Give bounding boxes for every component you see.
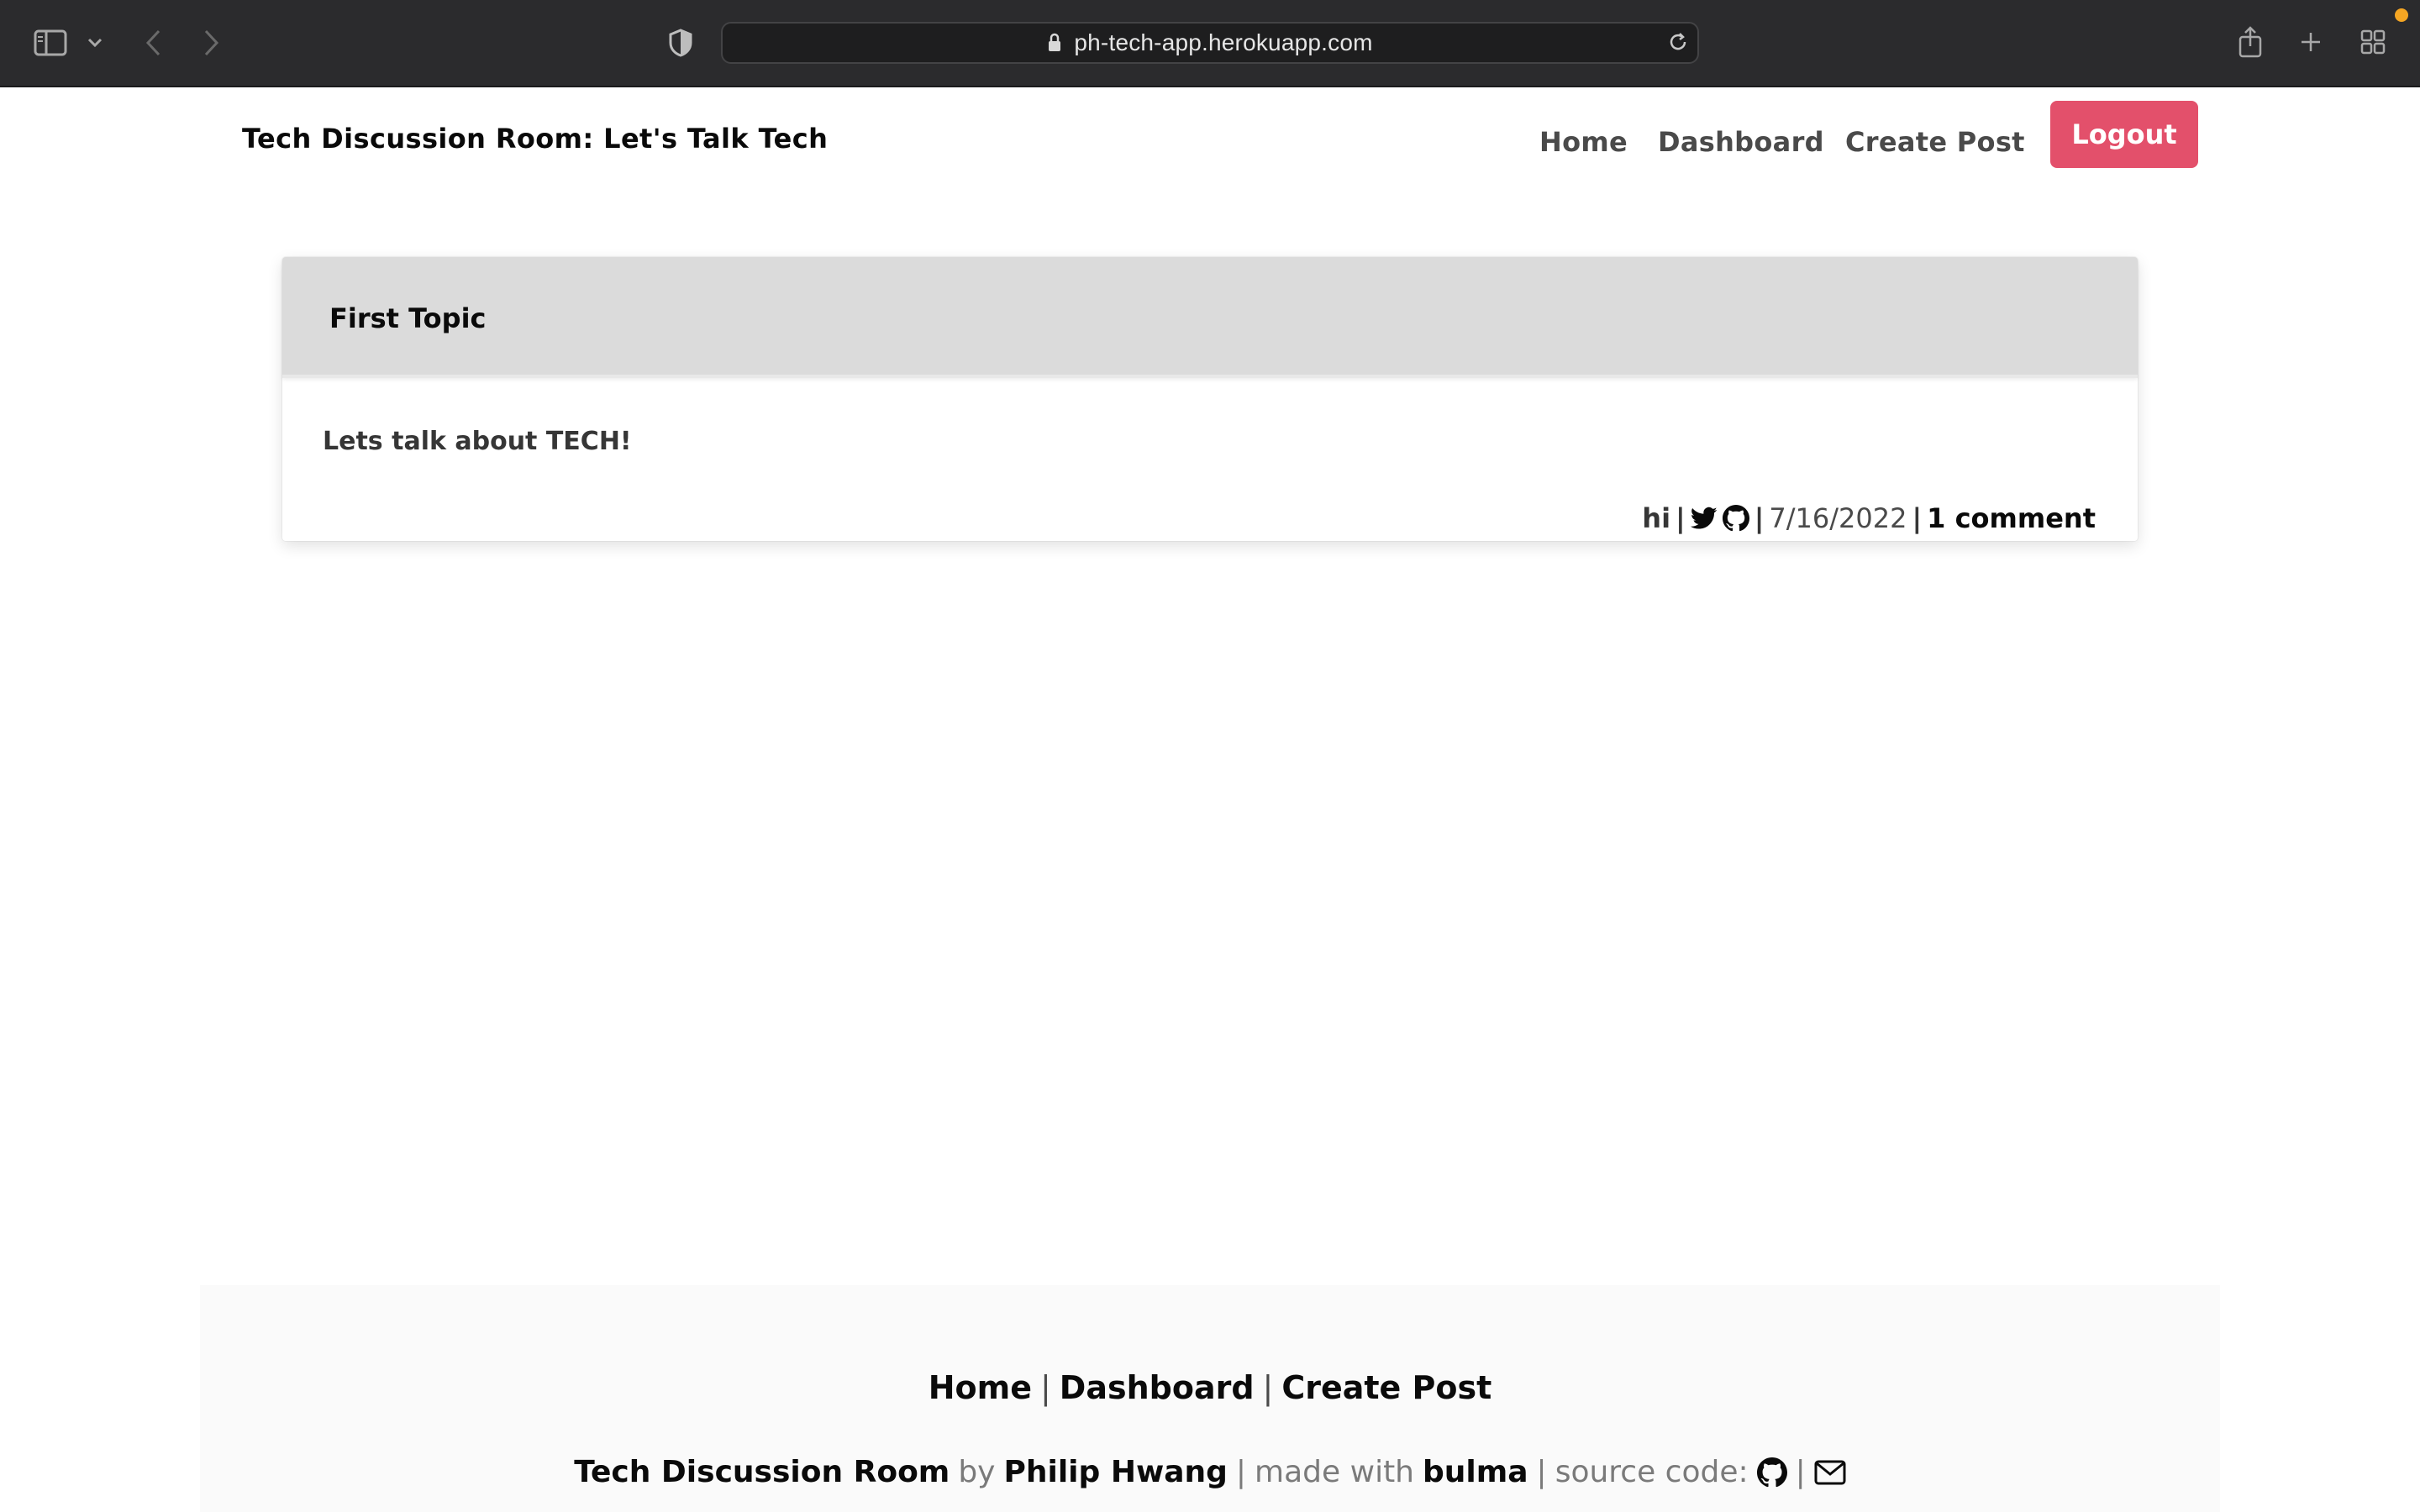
footer-made-with-text: made with xyxy=(1255,1455,1414,1489)
nav-dashboard-link[interactable]: Dashboard xyxy=(1658,126,1824,158)
github-icon[interactable] xyxy=(1756,1457,1787,1488)
shield-icon[interactable] xyxy=(666,27,696,59)
tab-overview-icon[interactable] xyxy=(2358,27,2388,57)
chevron-down-icon[interactable] xyxy=(86,34,104,52)
footer-dashboard-link[interactable]: Dashboard xyxy=(1060,1369,1255,1406)
footer-site-name: Tech Discussion Room xyxy=(574,1455,950,1489)
twitter-icon[interactable] xyxy=(1690,507,1718,530)
github-icon[interactable] xyxy=(1722,505,1749,532)
post-author: hi xyxy=(1642,502,1671,534)
site-navbar: Tech Discussion Room: Let's Talk Tech Ho… xyxy=(0,89,2420,190)
notification-dot xyxy=(2395,8,2408,22)
meta-separator: | xyxy=(1912,502,1923,534)
post-body: Lets talk about TECH! xyxy=(323,427,632,456)
nav-home-link[interactable]: Home xyxy=(1539,126,1628,158)
post-meta: hi | | 7/16/2022 | 1 comment xyxy=(1642,502,2096,534)
sidebar-icon[interactable] xyxy=(34,29,67,57)
footer-separator: | xyxy=(1235,1455,1247,1489)
post-date: 7/16/2022 xyxy=(1769,502,1907,534)
footer-by-text: by xyxy=(958,1455,996,1489)
post-comments-link[interactable]: 1 comment xyxy=(1927,502,2096,534)
meta-separator: | xyxy=(1754,502,1765,534)
site-brand[interactable]: Tech Discussion Room: Let's Talk Tech xyxy=(242,123,828,155)
address-bar[interactable]: ph-tech-app.herokuapp.com xyxy=(721,22,1699,64)
nav-create-post-link[interactable]: Create Post xyxy=(1845,126,2025,158)
footer-separator: | xyxy=(1536,1455,1547,1489)
meta-separator: | xyxy=(1676,502,1686,534)
share-icon[interactable] xyxy=(2235,24,2265,60)
envelope-icon[interactable] xyxy=(1814,1460,1846,1485)
browser-toolbar: ph-tech-app.herokuapp.com xyxy=(0,0,2420,87)
post-card[interactable]: First Topic Lets talk about TECH! hi | |… xyxy=(282,257,2138,541)
url-text: ph-tech-app.herokuapp.com xyxy=(1074,29,1373,55)
logout-button[interactable]: Logout xyxy=(2050,101,2198,168)
footer-separator: | xyxy=(1039,1369,1051,1406)
back-icon[interactable] xyxy=(141,27,165,59)
footer-bulma-link[interactable]: bulma xyxy=(1423,1455,1528,1489)
site-footer: Home | Dashboard | Create Post Tech Disc… xyxy=(200,1285,2220,1512)
footer-separator: | xyxy=(1262,1369,1274,1406)
reload-icon[interactable] xyxy=(1665,29,1691,55)
footer-separator: | xyxy=(1795,1455,1806,1489)
post-card-header: First Topic xyxy=(282,257,2138,378)
forward-icon[interactable] xyxy=(200,27,224,59)
post-title[interactable]: First Topic xyxy=(329,302,487,334)
footer-home-link[interactable]: Home xyxy=(929,1369,1032,1406)
new-tab-icon[interactable] xyxy=(2297,29,2324,55)
footer-author-link[interactable]: Philip Hwang xyxy=(1003,1455,1227,1489)
footer-credits: Tech Discussion Room by Philip Hwang | m… xyxy=(200,1455,2220,1489)
footer-source-code-text: source code: xyxy=(1555,1455,1749,1489)
footer-create-post-link[interactable]: Create Post xyxy=(1281,1369,1491,1406)
lock-icon xyxy=(1047,33,1062,53)
footer-nav: Home | Dashboard | Create Post xyxy=(200,1369,2220,1406)
